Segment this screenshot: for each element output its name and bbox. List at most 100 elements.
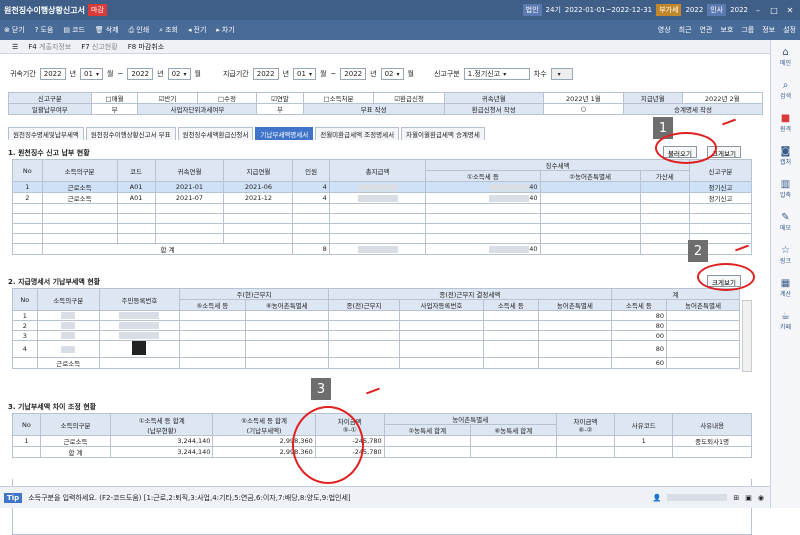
table2-scrollbar[interactable]: [742, 300, 752, 372]
hr-badge: 인사: [707, 4, 727, 16]
difference-table: No 소득의구분 ①소득세 등 합계 (납부현황) ⑤소득세 등 합계 (기납부세액) 차이…: [12, 413, 752, 458]
sidebar-item-remote[interactable]: ■ 원격: [771, 106, 800, 139]
sidebar-item-cafe[interactable]: ☕ 카페: [771, 304, 800, 337]
pay-month-from[interactable]: 01: [293, 68, 316, 80]
attr-month-to[interactable]: 02: [167, 68, 191, 80]
video-button[interactable]: 영상: [658, 25, 671, 35]
tab-carryover[interactable]: 차월이월환급세액 승계명세: [401, 127, 485, 140]
delete-button[interactable]: 🗑 삭제: [95, 25, 119, 35]
remote-icon: ■: [780, 112, 791, 124]
sidebar-item-capture[interactable]: ◙ 캡처: [771, 139, 800, 172]
section3-title: 3. 기납부세액 차이 조정 현황: [8, 403, 97, 411]
title-bar: 원천징수이행상황신고서 마감 법인 24기 2022-01-01~2022-12…: [0, 0, 800, 20]
half-checkbox[interactable]: ☑반기: [137, 92, 198, 104]
table-row[interactable]: 1 근로소득 A01 2021-01 2021-06 4 40 정기신고: [12, 181, 753, 193]
zip-icon: ▥: [780, 178, 791, 190]
prev-button[interactable]: ◂ 전기: [188, 25, 206, 35]
close-icon[interactable]: ✕: [784, 4, 796, 16]
help-button[interactable]: ? 도움: [35, 25, 54, 35]
period-label: 2022-01-01~2022-12-31: [564, 6, 653, 14]
search-button[interactable]: ⌕ 조회: [159, 25, 178, 35]
function-bar: ☰ F4 계출지정보 F7 신고현황 F8 마감취소: [0, 40, 770, 54]
table-row[interactable]: 1 근로소득 3,244,140 2,998,360 -245,780 1 중도퇴사1명: [12, 435, 752, 447]
minimize-icon[interactable]: –: [752, 4, 764, 16]
f4-button[interactable]: F4 계출지정보: [28, 42, 71, 52]
print-button[interactable]: ⎙ 인쇄: [129, 25, 150, 35]
attr-year-to[interactable]: 2022: [127, 68, 154, 80]
user-info: [667, 494, 728, 501]
recent-button[interactable]: 최근: [679, 25, 692, 35]
refund-checkbox[interactable]: ☑환급신청: [373, 92, 445, 104]
sidebar-item-memo[interactable]: ✎ 메모: [771, 205, 800, 238]
camera-icon: ◙: [780, 145, 791, 157]
expand-icon[interactable]: ⊞: [733, 494, 739, 502]
sidebar-item-zip[interactable]: ▥ 압축: [771, 172, 800, 205]
calculator-icon: ▦: [780, 277, 791, 289]
sidebar-item-link[interactable]: ☆ 링크: [771, 238, 800, 271]
next-button[interactable]: ▸ 차기: [216, 25, 234, 35]
annotation-marker-2: 2: [688, 240, 708, 262]
code-button[interactable]: ▤ 코드: [63, 25, 85, 35]
amend-checkbox[interactable]: □수정: [196, 92, 258, 104]
vat-year: 2022: [685, 6, 704, 14]
yearend-checkbox[interactable]: ☑연말: [256, 92, 304, 104]
table-row[interactable]: 3 00: [12, 330, 740, 341]
related-button[interactable]: 연관: [700, 25, 713, 35]
f8-cancel-close-button[interactable]: F8 마감취소: [128, 42, 164, 52]
vat-badge: 부가세: [656, 4, 682, 16]
toggle-icon[interactable]: ▣: [745, 494, 752, 502]
home-icon: ⌂: [782, 46, 789, 58]
tab-refund-request[interactable]: 원천징수세액환급신청서: [177, 127, 254, 140]
table-row[interactable]: 2 80: [12, 320, 740, 331]
user-icon: 👤: [652, 493, 662, 502]
f7-button[interactable]: F7 신고현황: [81, 42, 117, 52]
table-row[interactable]: 2 근로소득 A01 2021-07 2021-12 4 40 정기신고: [12, 192, 753, 204]
trash-icon: 🗑: [94, 26, 104, 34]
status-text: 소득구분을 입력하세요. (F2-코드도움) [1:근로,2:퇴직,3:사업,4…: [28, 493, 351, 502]
round-label: 차수: [533, 70, 547, 78]
maximize-icon[interactable]: □: [768, 4, 780, 16]
group-button[interactable]: 그룹: [741, 25, 754, 35]
report-type-select[interactable]: 1.정기신고: [463, 68, 530, 80]
sidebar-item-calc[interactable]: ▦ 계산: [771, 271, 800, 304]
corp-badge: 법인: [522, 4, 542, 16]
notify-icon[interactable]: ◉: [758, 494, 764, 502]
pay-year-to[interactable]: 2022: [340, 68, 367, 80]
annotation-circle-3: [292, 406, 364, 484]
tab-prepaid-tax[interactable]: 기납부세액명세서: [255, 127, 314, 140]
table-row[interactable]: 4 80: [12, 340, 740, 358]
attr-year-from[interactable]: 2022: [39, 68, 66, 80]
window-title: 원천징수이행상황신고서: [4, 5, 85, 15]
prev-icon: ◂: [187, 26, 192, 34]
monthly-checkbox[interactable]: □매월: [90, 92, 139, 104]
search-icon: ⌕: [159, 25, 164, 34]
payment-status-table: No 소득의구분 코드 귀속연월 지급연월 인원 총지급액 징수세액 신고구분 ①소득세 등 ②농…: [12, 159, 753, 255]
attr-month-from[interactable]: 01: [80, 68, 103, 80]
table-row[interactable]: 1 80: [12, 310, 740, 321]
report-info-grid: 신고구분 □매월 ☑반기 □수정 ☑연말 □소득처분 ☑환급신청 귀속년월 20…: [8, 92, 764, 115]
menu-icon[interactable]: ☰: [12, 43, 18, 51]
pay-year-from[interactable]: 2022: [252, 68, 279, 80]
settings-button[interactable]: 설정: [783, 25, 796, 35]
tab-prev-refund[interactable]: 전월미환급세액 조정명세서: [315, 127, 400, 140]
annotation-circle-2: [697, 263, 755, 291]
disposal-checkbox[interactable]: □소득처분: [302, 92, 375, 104]
sidebar-item-main[interactable]: ⌂ 메인: [771, 40, 800, 73]
section1-title: 1. 원천징수 신고 납부 현황: [8, 149, 90, 157]
annotation-mark-3: [366, 387, 380, 395]
sidebar-item-search[interactable]: ⌕ 검색: [771, 73, 800, 106]
printer-icon: ⎙: [128, 25, 135, 34]
filter-row: 귀속기간 2022년 01월 ~ 2022년 02월 지급기간 2022년 01…: [10, 66, 770, 82]
tab-supplement[interactable]: 원천징수이행상황신고서 부표: [85, 127, 176, 140]
attr-period-label: 귀속기간: [10, 70, 36, 78]
next-icon: ▸: [216, 26, 220, 34]
annotation-circle-1: [655, 132, 717, 164]
protect-button[interactable]: 보호: [720, 25, 733, 35]
status-bar: Tip 소득구분을 입력하세요. (F2-코드도움) [1:근로,2:퇴직,3:…: [0, 486, 770, 508]
pay-month-to[interactable]: 02: [380, 68, 404, 80]
tab-withholding-detail[interactable]: 원천징수명세및납부세액: [8, 127, 84, 140]
info-button[interactable]: 정보: [762, 25, 775, 35]
hr-year: 2022: [730, 6, 748, 14]
close-button[interactable]: ⊗ 닫기: [4, 25, 25, 35]
round-select[interactable]: [550, 68, 573, 80]
